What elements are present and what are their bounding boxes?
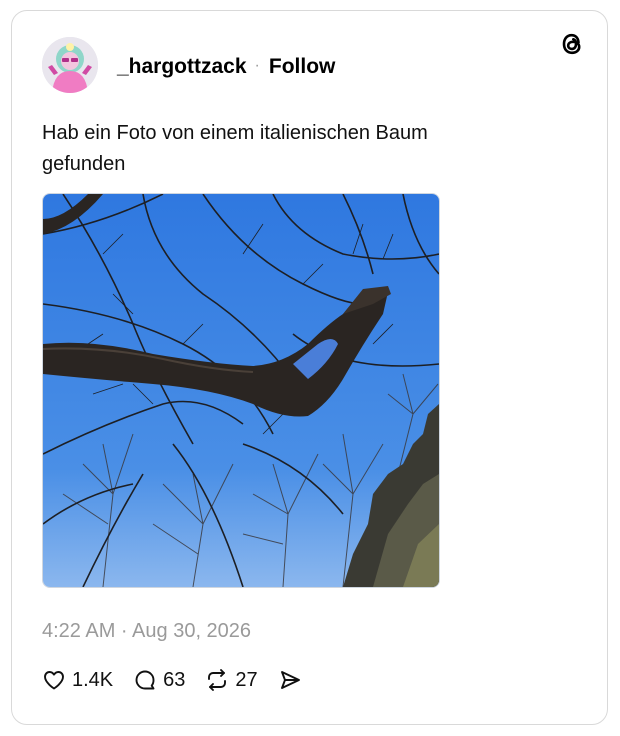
post-card: _hargottzack · Follow Hab ein Foto von e…: [11, 10, 608, 725]
share-button[interactable]: [278, 668, 302, 692]
heart-icon: [42, 668, 66, 692]
post-image[interactable]: [42, 193, 440, 588]
post-header: _hargottzack · Follow: [117, 55, 335, 79]
post-actions: 1.4K 63 27: [42, 668, 322, 692]
threads-logo-icon[interactable]: [557, 29, 587, 59]
send-icon: [278, 668, 302, 692]
post-timestamp[interactable]: 4:22 AM · Aug 30, 2026: [42, 620, 251, 643]
like-count: 1.4K: [72, 668, 114, 691]
reply-button[interactable]: 63: [133, 668, 185, 692]
follow-button[interactable]: Follow: [269, 55, 336, 79]
repost-button[interactable]: 27: [205, 668, 258, 692]
avatar[interactable]: [42, 37, 98, 93]
post-text: Hab ein Foto von einem italienischen Bau…: [42, 122, 428, 175]
tree-photo: [43, 194, 439, 587]
repost-icon: [205, 668, 229, 692]
repost-count: 27: [235, 668, 258, 691]
comment-bubble-icon: [133, 668, 157, 692]
username-link[interactable]: _hargottzack: [117, 55, 247, 79]
like-button[interactable]: 1.4K: [42, 668, 113, 692]
reply-count: 63: [163, 668, 186, 691]
separator-dot: ·: [254, 57, 260, 74]
